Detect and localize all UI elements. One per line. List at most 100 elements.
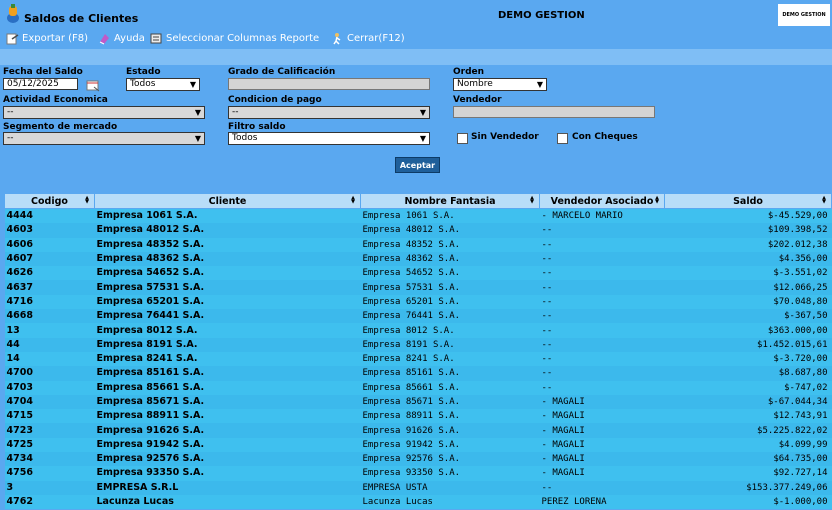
cell-fantasia: Empresa 65201 S.A.	[360, 294, 540, 310]
sort-icon[interactable]: ▲▼	[350, 196, 356, 205]
chevron-down-icon: ▼	[419, 108, 426, 117]
page-title: Saldos de Clientes	[24, 12, 139, 25]
table-row[interactable]: 4637 Empresa 57531 S.A. Empresa 57531 S.A.…	[4, 280, 832, 295]
sort-icon[interactable]: ▲▼	[654, 196, 660, 205]
table-row[interactable]: 4700 Empresa 85161 S.A. Empresa 85161 S.A.…	[4, 366, 832, 381]
cell-vendedor: --	[539, 251, 665, 267]
cell-cliente: Empresa 85671 S.A.	[94, 394, 361, 410]
cell-codigo: 4716	[4, 294, 95, 310]
table-row[interactable]: 4607 Empresa 48362 S.A. Empresa 48362 S.A.…	[4, 251, 832, 267]
table-row[interactable]: 4606 Empresa 48352 S.A. Empresa 48352 S.A.…	[4, 237, 832, 252]
cell-cliente: Empresa 93350 S.A.	[94, 466, 361, 481]
table-row[interactable]: 4668 Empresa 76441 S.A. Empresa 76441 S.A.…	[4, 309, 832, 324]
close-button[interactable]: Cerrar(F12)	[331, 32, 405, 45]
cell-cliente: Empresa 85661 S.A.	[94, 380, 361, 395]
con-cheques-checkbox[interactable]	[557, 133, 568, 144]
cell-fantasia: Empresa 48352 S.A.	[360, 237, 540, 252]
table-row[interactable]: 4725 Empresa 91942 S.A. Empresa 91942 S.A.…	[4, 437, 832, 453]
condicion-select[interactable]: -- ▼	[228, 106, 430, 119]
cell-saldo: $64.735,00	[664, 452, 832, 467]
cell-cliente: Empresa 76441 S.A.	[94, 309, 361, 324]
table-row[interactable]: 4716 Empresa 65201 S.A. Empresa 65201 S.A.…	[4, 294, 832, 310]
sort-icon[interactable]: ▲▼	[529, 196, 535, 205]
chevron-down-icon: ▼	[536, 80, 543, 89]
condicion-label: Condicion de pago	[228, 95, 322, 105]
sin-vendedor-checkbox[interactable]	[457, 133, 468, 144]
select-columns-button[interactable]: Seleccionar Columnas Reporte	[150, 32, 319, 45]
cell-cliente: Empresa 88911 S.A.	[94, 409, 361, 424]
cell-codigo: 4637	[4, 280, 95, 295]
cell-vendedor: --	[539, 223, 665, 238]
export-button[interactable]: Exportar (F8)	[6, 32, 88, 45]
orden-value: Nombre	[457, 79, 493, 89]
table-row[interactable]: 4715 Empresa 88911 S.A. Empresa 88911 S.A.…	[4, 409, 832, 424]
table-row[interactable]: 4444 Empresa 1061 S.A. Empresa 1061 S.A. - …	[4, 208, 832, 224]
cell-vendedor: - MAGALI	[539, 466, 665, 481]
cell-vendedor: PEREZ LORENA	[539, 494, 665, 510]
cell-saldo: $12.743,91	[664, 409, 832, 424]
column-header[interactable]: Nombre Fantasia ▲▼	[360, 193, 540, 209]
table-row[interactable]: 4626 Empresa 54652 S.A. Empresa 54652 S.A.…	[4, 266, 832, 281]
table-row[interactable]: 4734 Empresa 92576 S.A. Empresa 92576 S.A.…	[4, 452, 832, 467]
fecha-input[interactable]: 05/12/2025	[3, 78, 78, 90]
cell-codigo: 4603	[4, 223, 95, 238]
table-row[interactable]: 4756 Empresa 93350 S.A. Empresa 93350 S.A.…	[4, 466, 832, 481]
filtro-select[interactable]: Todos ▼	[228, 132, 430, 145]
column-header-label: Cliente	[208, 195, 247, 207]
vendedor-input[interactable]	[453, 106, 655, 118]
cell-cliente: Empresa 92576 S.A.	[94, 452, 361, 467]
cell-vendedor: --	[539, 309, 665, 324]
table-row[interactable]: 4703 Empresa 85661 S.A. Empresa 85661 S.A.…	[4, 380, 832, 395]
estado-select[interactable]: Todos ▼	[126, 78, 200, 91]
table-row[interactable]: 4723 Empresa 91626 S.A. Empresa 91626 S.A.…	[4, 423, 832, 438]
sort-icon[interactable]: ▲▼	[821, 196, 827, 205]
exit-icon	[333, 33, 341, 45]
column-header[interactable]: Vendedor Asociado ▲▼	[539, 193, 665, 209]
table-row[interactable]: 3 EMPRESA S.R.L EMPRESA USTA -- $153.377.249…	[4, 480, 832, 495]
orden-select[interactable]: Nombre ▼	[453, 78, 547, 91]
column-header-label: Saldo	[733, 195, 763, 207]
table-row[interactable]: 13 Empresa 8012 S.A. Empresa 8012 S.A. -- $3…	[4, 323, 832, 338]
table-row[interactable]: 4762 Lacunza Lucas Lacunza Lucas PEREZ LORE…	[4, 494, 832, 510]
calendar-icon[interactable]	[86, 78, 100, 92]
actividad-select[interactable]: -- ▼	[3, 106, 205, 119]
cell-cliente: Empresa 91942 S.A.	[94, 437, 361, 453]
cell-saldo: $-3.551,02	[664, 266, 832, 281]
cell-fantasia: Empresa 85671 S.A.	[360, 394, 540, 410]
cell-fantasia: Lacunza Lucas	[360, 494, 540, 510]
cell-codigo: 4734	[4, 452, 95, 467]
sort-icon[interactable]: ▲▼	[84, 196, 90, 205]
help-button[interactable]: Ayuda	[98, 32, 145, 45]
cell-cliente: Empresa 91626 S.A.	[94, 423, 361, 438]
cell-cliente: Empresa 85161 S.A.	[94, 366, 361, 381]
column-header[interactable]: Cliente ▲▼	[94, 193, 361, 209]
cell-codigo: 4668	[4, 309, 95, 324]
cell-fantasia: Empresa 1061 S.A.	[360, 208, 540, 224]
cell-fantasia: Empresa 57531 S.A.	[360, 280, 540, 295]
balances-table: Codigo ▲▼ Cliente ▲▼ Nombre Fantasia ▲▼ Vended…	[4, 193, 832, 510]
cell-fantasia: Empresa 91942 S.A.	[360, 437, 540, 453]
column-header[interactable]: Codigo ▲▼	[4, 193, 95, 209]
table-row[interactable]: 14 Empresa 8241 S.A. Empresa 8241 S.A. -- $-…	[4, 351, 832, 367]
table-row[interactable]: 44 Empresa 8191 S.A. Empresa 8191 S.A. -- $1…	[4, 337, 832, 352]
condicion-value: --	[232, 107, 239, 117]
column-header[interactable]: Saldo ▲▼	[664, 193, 832, 209]
cell-fantasia: EMPRESA USTA	[360, 480, 540, 495]
cell-codigo: 13	[4, 323, 95, 338]
accept-button[interactable]: Aceptar	[395, 157, 440, 173]
table-row[interactable]: 4603 Empresa 48012 S.A. Empresa 48012 S.A.…	[4, 223, 832, 238]
calificacion-input[interactable]	[228, 78, 430, 90]
cell-fantasia: Empresa 85161 S.A.	[360, 366, 540, 381]
cell-codigo: 4725	[4, 437, 95, 453]
cell-saldo: $363.000,00	[664, 323, 832, 338]
cell-fantasia: Empresa 8241 S.A.	[360, 351, 540, 367]
segmento-select[interactable]: -- ▼	[3, 132, 205, 145]
fecha-label: Fecha del Saldo	[3, 67, 83, 77]
cell-vendedor: --	[539, 337, 665, 352]
cell-codigo: 4444	[4, 208, 95, 224]
table-row[interactable]: 4704 Empresa 85671 S.A. Empresa 85671 S.A.…	[4, 394, 832, 410]
cell-codigo: 4704	[4, 394, 95, 410]
cell-saldo: $109.398,52	[664, 223, 832, 238]
cell-saldo: $-3.720,00	[664, 351, 832, 367]
cell-saldo: $153.377.249,06	[664, 480, 832, 495]
